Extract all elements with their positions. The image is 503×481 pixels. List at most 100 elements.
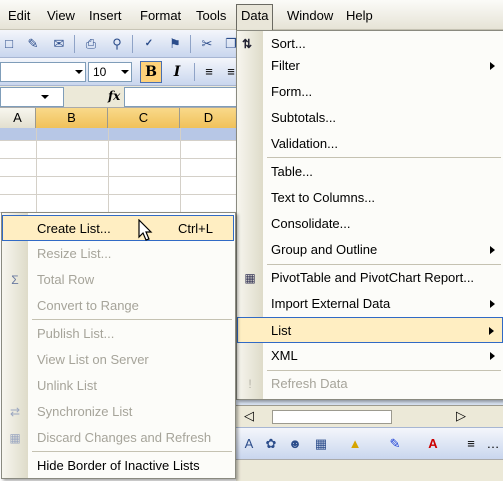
menu-separator: [32, 451, 232, 452]
drawing-toolbar: A ✿ ☻ ▦ ▲ ✎ A ≡ …: [236, 427, 503, 459]
menu-item-validation[interactable]: Validation...: [237, 131, 503, 157]
font-size-value: 10: [93, 65, 107, 79]
menu-item-consolidate[interactable]: Consolidate...: [237, 211, 503, 237]
column-header-b[interactable]: B: [36, 108, 108, 128]
menu-item-filter[interactable]: Filter: [237, 53, 503, 79]
column-header-a[interactable]: A: [0, 108, 36, 128]
print-icon[interactable]: ⎙: [82, 35, 100, 53]
name-box[interactable]: [0, 87, 64, 107]
menu-item-table[interactable]: Table...: [237, 159, 503, 185]
fill-color-icon[interactable]: ▲: [346, 435, 364, 453]
menu-item-form[interactable]: Form...: [237, 79, 503, 105]
menu-item-import-external-data[interactable]: Import External Data: [237, 291, 503, 317]
menu-item-subtotals[interactable]: Subtotals...: [237, 105, 503, 131]
menu-item-discard-changes[interactable]: ▦ Discard Changes and Refresh: [2, 425, 234, 451]
formatting-toolbar: 10 B I ≡ ≡: [0, 58, 238, 86]
menu-item-synchronize-list[interactable]: ⇄ Synchronize List: [2, 399, 234, 425]
column-header-d[interactable]: D: [180, 108, 238, 128]
clipart-icon[interactable]: ☻: [286, 435, 304, 453]
spelling-icon[interactable]: ✓: [140, 35, 158, 53]
menu-item-refresh-data[interactable]: ! Refresh Data: [237, 371, 503, 397]
menu-tools[interactable]: Tools: [196, 7, 226, 25]
menu-window[interactable]: Window: [287, 7, 333, 25]
toolbar-separator: [194, 63, 195, 81]
italic-button[interactable]: I: [166, 61, 188, 83]
menu-view[interactable]: View: [47, 7, 75, 25]
status-bar: [236, 459, 503, 481]
menu-item-view-list-on-server[interactable]: View List on Server: [2, 347, 234, 373]
formula-input[interactable]: [124, 87, 238, 107]
chevron-down-icon[interactable]: [121, 70, 129, 74]
menu-item-label: Validation...: [271, 136, 338, 151]
menu-item-label: Total Row: [37, 272, 95, 287]
menu-item-label: Text to Columns...: [271, 190, 376, 205]
menu-item-text-to-columns[interactable]: Text to Columns...: [237, 185, 503, 211]
chevron-down-icon[interactable]: [75, 70, 83, 74]
wordart-icon[interactable]: A: [240, 435, 258, 453]
menu-item-unlink-list[interactable]: Unlink List: [2, 373, 234, 399]
menu-item-label: PivotTable and PivotChart Report...: [271, 270, 475, 285]
scroll-right-icon[interactable]: ▷: [456, 408, 466, 424]
picture-icon[interactable]: ▦: [312, 435, 330, 453]
submenu-arrow-icon: [490, 62, 495, 70]
menu-item-total-row[interactable]: Σ Total Row: [2, 267, 234, 293]
menu-item-convert-to-range[interactable]: Convert to Range: [2, 293, 234, 319]
menu-item-xml[interactable]: XML: [237, 343, 503, 369]
data-menu: ⇅ Sort... Filter Form... Subtotals... Va…: [236, 30, 503, 400]
grid-line: [108, 128, 109, 216]
formula-bar: fx: [0, 86, 238, 108]
menu-help[interactable]: Help: [346, 7, 373, 25]
toolbar-separator: [190, 35, 191, 53]
pivottable-icon: ▦: [244, 271, 256, 285]
menu-item-create-list[interactable]: Create List... Ctrl+L: [2, 215, 234, 241]
menu-item-list[interactable]: List: [237, 317, 503, 343]
mouse-pointer-icon: [138, 219, 153, 241]
menu-separator: [32, 319, 232, 320]
cut-icon[interactable]: ✂: [198, 35, 216, 53]
horizontal-scrollbar[interactable]: [272, 410, 392, 424]
menu-separator: [267, 157, 501, 158]
column-headers: A B C D: [0, 108, 238, 128]
insert-function-icon[interactable]: fx: [108, 89, 120, 103]
font-size-field[interactable]: 10: [88, 62, 132, 82]
menu-item-label: Synchronize List: [37, 404, 133, 419]
toolbar-separator: [74, 35, 75, 53]
chevron-down-icon[interactable]: [41, 95, 49, 99]
sheet-tabs-row: ◁ ▷: [236, 405, 503, 427]
bold-button[interactable]: B: [140, 61, 162, 83]
menu-data[interactable]: Data: [236, 4, 274, 31]
tab-scroll-icon[interactable]: ◁: [244, 408, 254, 424]
print-preview-icon[interactable]: ⚲: [108, 35, 126, 53]
align-left-icon[interactable]: ≡: [200, 63, 218, 81]
font-name-field[interactable]: [0, 62, 86, 82]
permission-icon[interactable]: ✎: [24, 35, 42, 53]
sigma-icon: Σ: [11, 273, 19, 287]
line-style-icon[interactable]: ≡: [462, 435, 480, 453]
menu-item-label: Discard Changes and Refresh: [37, 430, 212, 445]
exclamation-icon: !: [248, 377, 252, 391]
font-color-icon[interactable]: A: [424, 435, 442, 453]
menu-insert[interactable]: Insert: [89, 7, 122, 25]
email-icon[interactable]: ✉: [50, 35, 68, 53]
menu-item-resize-list[interactable]: Resize List...: [2, 241, 234, 267]
menu-item-pivottable[interactable]: ▦ PivotTable and PivotChart Report...: [237, 265, 503, 291]
menu-item-label: XML: [271, 348, 298, 363]
save-icon[interactable]: □: [0, 35, 18, 53]
menu-item-group-and-outline[interactable]: Group and Outline: [237, 237, 503, 263]
menu-item-label: View List on Server: [37, 352, 149, 367]
menu-item-label: Convert to Range: [37, 298, 139, 313]
menu-edit[interactable]: Edit: [8, 7, 30, 25]
diagram-icon[interactable]: ✿: [262, 435, 280, 453]
menu-item-publish-list[interactable]: Publish List...: [2, 321, 234, 347]
worksheet-grid[interactable]: [0, 128, 238, 216]
submenu-arrow-icon: [490, 352, 495, 360]
menu-item-hide-border[interactable]: Hide Border of Inactive Lists: [2, 453, 234, 479]
menu-item-label: Consolidate...: [271, 216, 351, 231]
menu-format[interactable]: Format: [140, 7, 181, 25]
research-icon[interactable]: ⚑: [166, 35, 184, 53]
menu-item-label: Create List...: [37, 221, 111, 236]
line-color-icon[interactable]: ✎: [386, 435, 404, 453]
dash-style-icon[interactable]: …: [484, 435, 502, 453]
toolbar-separator: [132, 35, 133, 53]
column-header-c[interactable]: C: [108, 108, 180, 128]
